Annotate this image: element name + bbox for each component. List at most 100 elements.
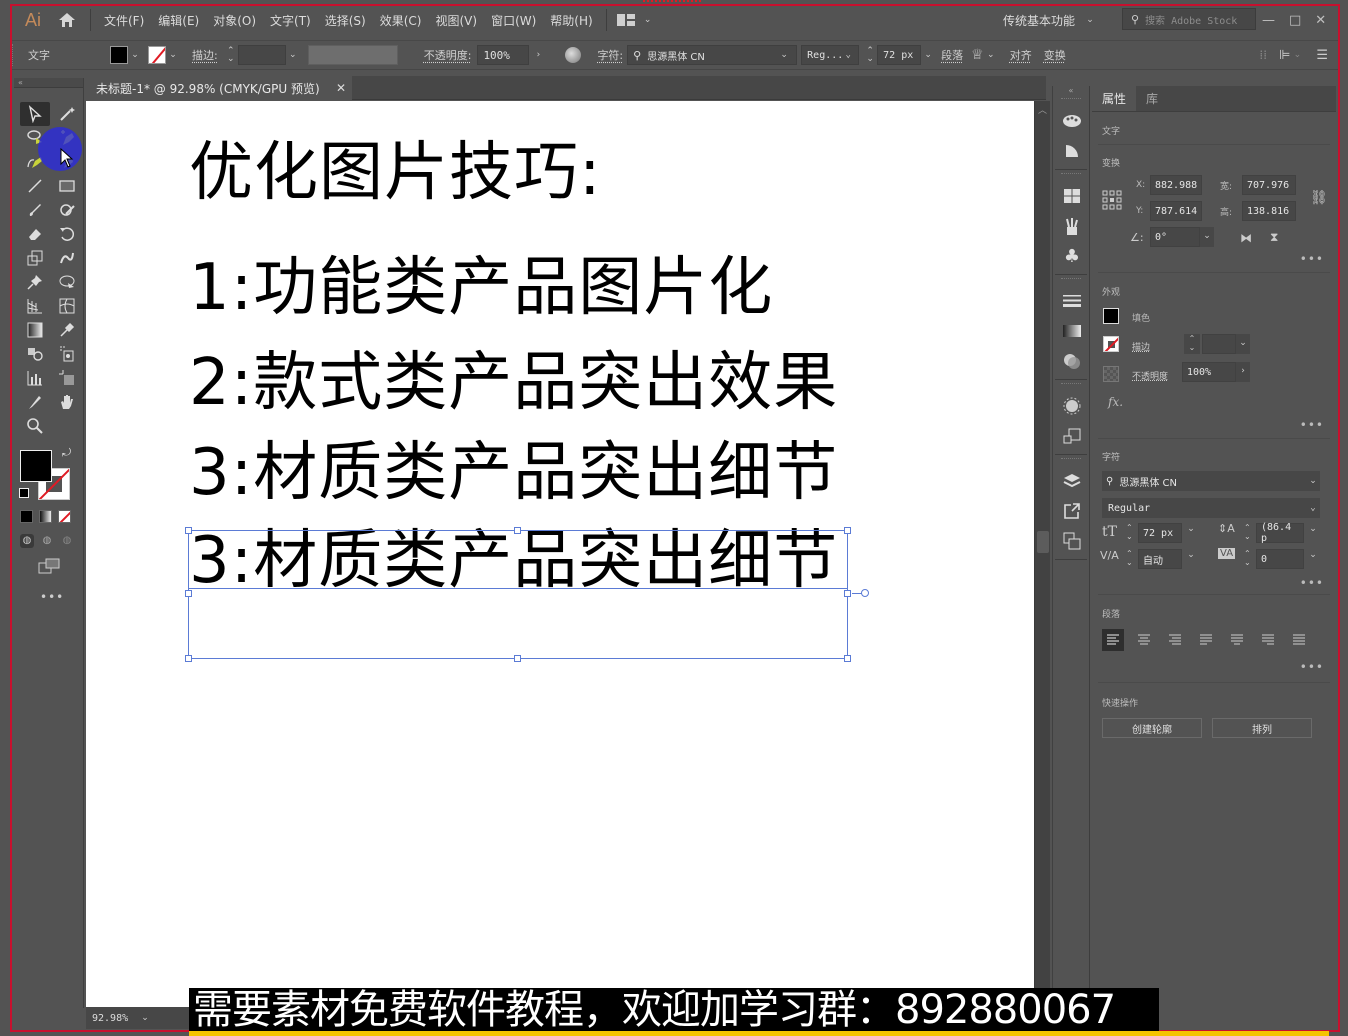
artboard-line-1[interactable]: 1:功能类产品图片化 — [189, 256, 773, 320]
stroke-swatch[interactable] — [148, 46, 166, 64]
menu-window[interactable]: 窗口(W) — [484, 12, 543, 29]
color-panel-icon[interactable] — [1053, 106, 1091, 136]
line-segment-tool[interactable] — [20, 174, 50, 198]
menu-file[interactable]: 文件(F) — [97, 12, 151, 29]
menu-help[interactable]: 帮助(H) — [543, 12, 599, 29]
fx-button[interactable]: fx. — [1108, 395, 1123, 409]
none-button[interactable] — [58, 510, 71, 523]
artboard-line-2[interactable]: 2:款式类产品突出效果 — [189, 351, 838, 415]
scale-tool[interactable] — [20, 246, 50, 270]
leading-stepper[interactable]: ⌃ ⌄ — [1244, 523, 1251, 541]
font-size-input[interactable]: 72 px — [877, 45, 922, 65]
handle-middle-right[interactable] — [844, 590, 851, 597]
panel-grip[interactable] — [12, 44, 16, 66]
align-to-icon[interactable]: ⁞⁞ — [1259, 48, 1267, 62]
edit-toolbar-more-icon[interactable]: ••• — [40, 590, 64, 604]
stroke-panel-icon[interactable] — [1053, 286, 1091, 316]
x-input[interactable]: 882.988 — [1150, 175, 1202, 195]
height-input[interactable]: 138.816 — [1242, 201, 1296, 221]
panel-menu-icon[interactable]: ☰ — [1316, 48, 1328, 63]
dock-collapse-grip[interactable]: « — [1053, 86, 1089, 96]
reference-point-icon[interactable] — [1102, 190, 1122, 210]
free-transform-tool[interactable] — [52, 270, 82, 294]
text-overflow-port-circle[interactable] — [861, 589, 869, 597]
zoom-tool[interactable] — [20, 414, 50, 438]
fill-color-large[interactable] — [20, 450, 52, 482]
align-center-button[interactable] — [1133, 629, 1155, 651]
zoom-dropdown-chevron[interactable]: ⌄ — [138, 1013, 152, 1023]
dock-grip[interactable] — [1061, 458, 1081, 464]
artboard-tool[interactable] — [52, 366, 82, 390]
swatches-panel-icon[interactable] — [1053, 181, 1091, 211]
width-input[interactable]: 707.976 — [1242, 175, 1296, 195]
rotate-dropdown-chevron[interactable]: ⌄ — [1200, 227, 1214, 247]
character-more-options[interactable]: ••• — [1300, 576, 1324, 590]
paintbrush-tool[interactable] — [20, 198, 50, 222]
arrange-button[interactable]: 排列 — [1212, 718, 1312, 738]
font-family-select-panel[interactable]: ⚲ 思源黑体 CN ⌄ — [1102, 471, 1320, 491]
flip-vertical-icon[interactable]: ⧗ — [1270, 230, 1278, 245]
change-screen-mode-icon[interactable] — [38, 558, 60, 574]
justify-all-button[interactable] — [1288, 629, 1310, 651]
menu-select[interactable]: 选择(S) — [318, 12, 373, 29]
constrain-proportions-icon[interactable]: ⛓ — [1310, 190, 1328, 206]
eraser-tool[interactable] — [20, 222, 50, 246]
font-size-stepper[interactable]: ⌃ ⌄ — [865, 47, 875, 64]
font-family-select[interactable]: ⚲ 思源黑体 CN ⌄ — [627, 45, 798, 65]
transform-more-options[interactable]: ••• — [1300, 252, 1324, 266]
tracking-input[interactable]: 0 — [1256, 549, 1304, 569]
draw-inside-icon[interactable]: ◍ — [60, 534, 74, 548]
align-left-button[interactable] — [1102, 629, 1124, 651]
character-label[interactable]: 字符: — [597, 47, 623, 63]
handle-top-right[interactable] — [844, 527, 851, 534]
color-button[interactable] — [20, 510, 33, 523]
leading-chevron[interactable]: ⌄ — [1306, 524, 1320, 534]
home-icon[interactable] — [50, 10, 84, 30]
chevron-down-icon[interactable]: ⌄ — [1290, 50, 1304, 60]
dock-grip[interactable] — [1061, 383, 1081, 389]
artboard-canvas[interactable]: 优化图片技巧: 1:功能类产品图片化 2:款式类产品突出效果 3:材质类产品突出… — [86, 101, 1034, 1007]
appearance-more-options[interactable]: ••• — [1300, 418, 1324, 432]
asset-export-panel-icon[interactable] — [1053, 496, 1091, 526]
menu-effect[interactable]: 效果(C) — [373, 12, 429, 29]
fill-swatch[interactable] — [110, 46, 128, 64]
align-label[interactable]: 对齐 — [1010, 47, 1032, 63]
menu-edit[interactable]: 编辑(E) — [151, 12, 206, 29]
stroke-dropdown-chevron[interactable]: ⌄ — [166, 50, 180, 60]
menu-type[interactable]: 文字(T) — [263, 12, 318, 29]
fill-dropdown-chevron[interactable]: ⌄ — [128, 50, 142, 60]
warp-tool[interactable] — [52, 246, 82, 270]
kerning-stepper[interactable]: ⌃ ⌄ — [1126, 549, 1133, 567]
opacity-input-panel[interactable]: 100% — [1182, 362, 1236, 382]
menu-object[interactable]: 对象(O) — [206, 12, 263, 29]
tracking-stepper[interactable]: ⌃ ⌄ — [1244, 549, 1251, 567]
minimize-button[interactable]: — — [1262, 13, 1275, 28]
paragraph-label[interactable]: 段落 — [941, 47, 963, 63]
menu-view[interactable]: 视图(V) — [428, 12, 484, 29]
opacity-expand-panel[interactable]: › — [1236, 362, 1250, 382]
close-window-button[interactable]: ✕ — [1315, 13, 1326, 28]
column-graph-tool[interactable] — [20, 366, 50, 390]
handle-bottom-middle[interactable] — [514, 655, 521, 662]
stroke-weight-stepper-panel[interactable]: ⌃ ⌄ — [1184, 334, 1200, 354]
handle-bottom-right[interactable] — [844, 655, 851, 662]
glyph-icon[interactable]: ♕ — [971, 47, 984, 63]
selection-bounding-box[interactable] — [188, 530, 848, 659]
workspace-switcher[interactable]: 传统基本功能 ⌄ — [1003, 12, 1097, 29]
leading-input[interactable]: (86.4 p — [1256, 522, 1304, 544]
kerning-chevron[interactable]: ⌄ — [1184, 550, 1198, 560]
fill-swatch-panel[interactable] — [1103, 308, 1119, 324]
stroke-label-panel[interactable]: 描边 — [1132, 340, 1150, 353]
handle-top-left[interactable] — [185, 527, 192, 534]
gradient-tool[interactable] — [20, 318, 50, 342]
variable-width-profile[interactable] — [307, 45, 398, 65]
stroke-weight-input[interactable] — [237, 45, 286, 65]
align-right-button[interactable] — [1164, 629, 1186, 651]
font-size-chevron-panel[interactable]: ⌄ — [1184, 524, 1198, 534]
shaper-tool[interactable] — [52, 198, 82, 222]
transparency-panel-icon[interactable] — [1053, 346, 1091, 376]
symbol-sprayer-tool[interactable] — [52, 342, 82, 366]
stroke-label[interactable]: 描边: — [192, 47, 218, 63]
panel-collapse-grip[interactable]: « — [14, 78, 83, 88]
handle-top-middle[interactable] — [514, 527, 521, 534]
